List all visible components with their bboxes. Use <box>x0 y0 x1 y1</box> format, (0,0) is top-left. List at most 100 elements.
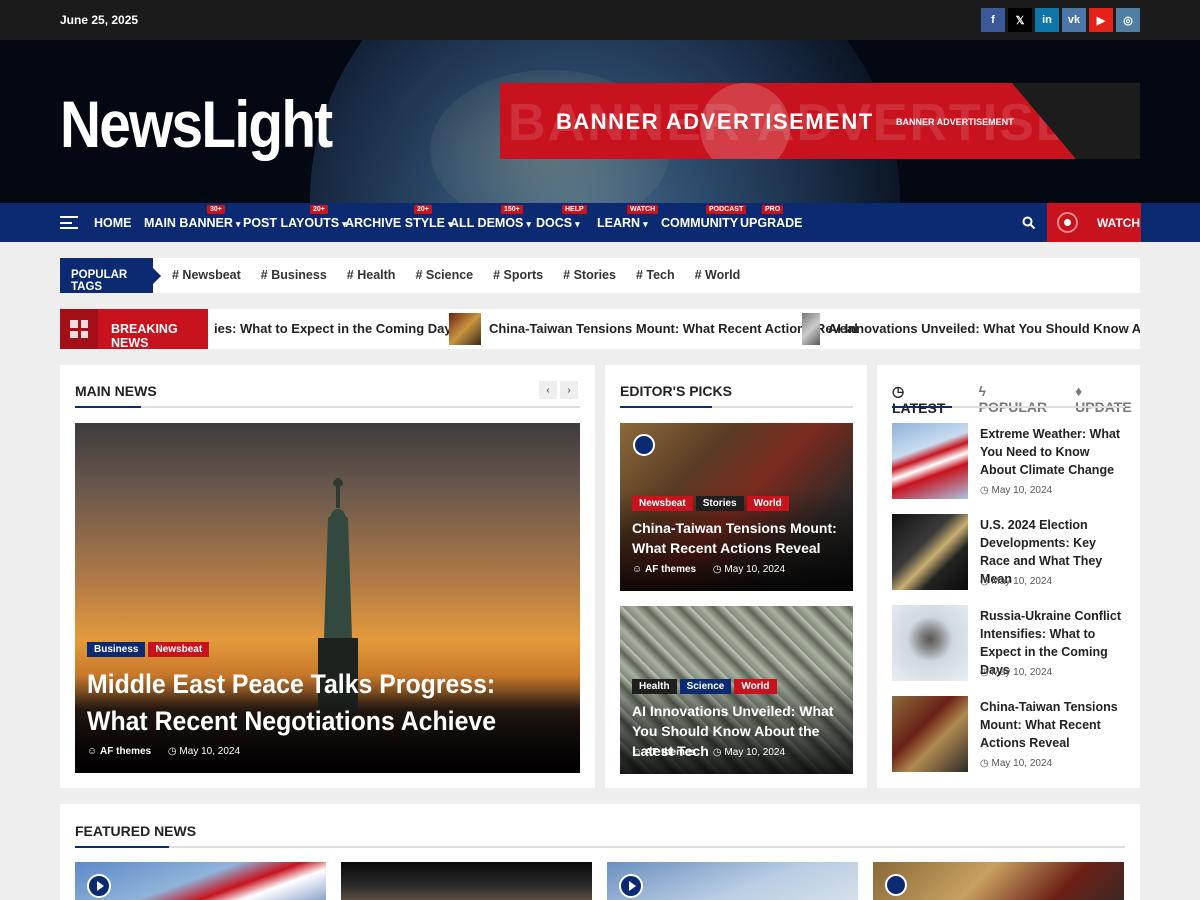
instagram-icon[interactable]: ◎ <box>1116 8 1140 32</box>
nav-item-archive-style[interactable]: ARCHIVE STYLE ▾ 20+ <box>345 205 453 230</box>
facebook-icon[interactable]: f <box>981 8 1005 32</box>
list-item[interactable]: Russia-Ukraine Conflict Intensifies: Wha… <box>892 605 1125 681</box>
tab-latest[interactable]: ◷ LATEST <box>892 383 959 416</box>
tag-link[interactable]: # Newsbeat <box>172 268 241 282</box>
tab-popular[interactable]: ϟ POPULAR <box>979 383 1056 416</box>
nav-item-docs[interactable]: DOCS ▾ HELP <box>536 205 587 230</box>
user-icon: ☺ <box>87 746 98 757</box>
category-tag[interactable]: World <box>734 679 777 694</box>
post-thumbnail[interactable] <box>892 423 968 499</box>
nav-item-upgrade[interactable]: UPGRADE PRO <box>740 205 803 230</box>
main-news-headline[interactable]: Middle East Peace Talks Progress: What R… <box>87 666 519 740</box>
vk-icon[interactable]: vk <box>1062 8 1086 32</box>
category-tag[interactable]: Business <box>87 642 146 657</box>
nav-item-community[interactable]: COMMUNITY PODCAST <box>661 205 747 230</box>
list-item[interactable]: China-Taiwan Tensions Mount: What Recent… <box>892 696 1125 772</box>
post-thumbnail[interactable] <box>892 514 968 590</box>
tag-link[interactable]: # Health <box>347 268 396 282</box>
clock-icon: ◷ <box>167 746 177 757</box>
nav-item-all-demos[interactable]: ALL DEMOS ▾ 150+ <box>450 205 531 230</box>
post-date: May 10, 2024 <box>991 485 1053 496</box>
post-title[interactable]: China-Taiwan Tensions Mount: What Recent… <box>980 698 1126 752</box>
watch-button[interactable]: WATCH <box>1047 203 1141 242</box>
image-icon <box>633 434 655 456</box>
latest-panel: ◷ LATEST ϟ POPULAR ♦ UPDATE Extreme Weat… <box>877 365 1140 788</box>
featured-card[interactable] <box>75 862 326 900</box>
post-date: May 10, 2024 <box>724 564 786 575</box>
featured-card[interactable] <box>607 862 858 900</box>
tab-update[interactable]: ♦ UPDATE <box>1075 383 1140 416</box>
category-tags: Health Science World <box>632 676 780 694</box>
post-date: May 10, 2024 <box>724 747 786 758</box>
ticker-item[interactable]: AI Innovations Unveiled: What You Should… <box>828 321 1140 336</box>
x-icon[interactable]: 𝕏 <box>1008 8 1032 32</box>
nav-item-learn[interactable]: LEARN ▾ WATCH <box>597 205 659 230</box>
post-title[interactable]: Extreme Weather: What You Need to Know A… <box>980 425 1126 479</box>
banner-advertisement[interactable]: BANNER ADVERTISEME BANNER ADVERTISEMENT … <box>500 83 1140 159</box>
ticker-item[interactable]: ies: What to Expect in the Coming Days <box>214 321 459 336</box>
search-icon[interactable] <box>1022 216 1036 230</box>
tag-link[interactable]: # Business <box>261 268 327 282</box>
tag-link[interactable]: # Science <box>415 268 473 282</box>
category-tag[interactable]: World <box>746 496 789 511</box>
nav-badge: 20+ <box>414 205 432 214</box>
nav-item-label: MAIN BANNER <box>144 216 233 230</box>
category-tag[interactable]: Health <box>632 679 677 694</box>
post-thumbnail[interactable] <box>892 605 968 681</box>
featured-card[interactable] <box>341 862 592 900</box>
post-author[interactable]: AF themes <box>100 746 151 757</box>
category-tags: Newsbeat Stories World <box>632 493 792 511</box>
featured-card[interactable] <box>873 862 1124 900</box>
post-thumbnail[interactable] <box>892 696 968 772</box>
main-nav: HOME MAIN BANNER ▾ 30+ POST LAYOUTS ▾ 20+ AR… <box>0 203 1200 242</box>
clock-icon: ◷ <box>892 383 905 399</box>
image-icon <box>885 874 907 896</box>
fire-icon: ♦ <box>1075 383 1083 399</box>
post-author[interactable]: AF themes <box>645 564 696 575</box>
ticker-thumbnail[interactable] <box>802 313 820 345</box>
nav-item-home[interactable]: HOME <box>94 216 132 230</box>
card-title[interactable]: China-Taiwan Tensions Mount: What Recent… <box>632 518 844 558</box>
tag-link[interactable]: # Sports <box>493 268 543 282</box>
category-tag[interactable]: Newsbeat <box>632 496 693 511</box>
main-news-image[interactable]: Business Newsbeat Middle East Peace Talks… <box>75 423 580 773</box>
breaking-news-label: BREAKING NEWS <box>111 322 178 349</box>
site-header: NewsLight BANNER ADVERTISEME BANNER ADVE… <box>0 40 1200 203</box>
tag-link[interactable]: # World <box>695 268 741 282</box>
nav-badge: PODCAST <box>706 205 747 214</box>
post-meta: ☺ AF themes ◷ May 10, 2024 <box>632 747 785 758</box>
category-tag[interactable]: Stories <box>695 496 744 511</box>
hamburger-menu-icon[interactable] <box>60 216 78 229</box>
tag-link[interactable]: # Tech <box>636 268 675 282</box>
clock-icon: ◷ <box>712 564 722 575</box>
youtube-icon[interactable]: ▶ <box>1089 8 1113 32</box>
ticker-thumbnail[interactable] <box>449 313 481 345</box>
category-tag[interactable]: Newsbeat <box>148 642 210 657</box>
nav-item-label: POST LAYOUTS <box>243 216 340 230</box>
nav-item-post-layouts[interactable]: POST LAYOUTS ▾ 20+ <box>243 205 347 230</box>
popular-tags-bar: POPULAR TAGS # Newsbeat # Business # Hea… <box>60 258 1140 293</box>
tab-label: LATEST <box>892 400 946 416</box>
tag-link[interactable]: # Stories <box>563 268 616 282</box>
category-tag[interactable]: Science <box>679 679 732 694</box>
clock-icon: ◷ <box>980 667 989 678</box>
clock-icon: ◷ <box>980 576 989 587</box>
nav-badge: WATCH <box>627 205 659 214</box>
linkedin-icon[interactable]: in <box>1035 8 1059 32</box>
nav-badge: 150+ <box>501 205 523 214</box>
nav-item-label: LEARN <box>597 216 641 230</box>
top-bar: June 25, 2025 f 𝕏 in vk ▶ ◎ <box>0 0 1200 40</box>
list-item[interactable]: Extreme Weather: What You Need to Know A… <box>892 423 1125 499</box>
slider-prev-button[interactable]: ‹ <box>539 381 557 399</box>
nav-item-main-banner[interactable]: MAIN BANNER ▾ 30+ <box>144 205 241 230</box>
slider-next-button[interactable]: › <box>560 381 578 399</box>
main-news-title: MAIN NEWS <box>75 383 157 399</box>
post-date-line: ◷ May 10, 2024 <box>980 758 1052 769</box>
editors-pick-card[interactable]: Newsbeat Stories World China-Taiwan Tensio… <box>620 423 853 591</box>
editors-pick-card[interactable]: Health Science World AI Innovations Unveil… <box>620 606 853 774</box>
post-author[interactable]: AF themes <box>645 747 696 758</box>
chevron-down-icon: ▾ <box>235 219 241 229</box>
main-news-panel: MAIN NEWS ‹ › Business Newsbeat Middle Ea… <box>60 365 595 788</box>
list-item[interactable]: U.S. 2024 Election Developments: Key Rac… <box>892 514 1125 590</box>
site-logo[interactable]: NewsLight <box>60 86 333 162</box>
